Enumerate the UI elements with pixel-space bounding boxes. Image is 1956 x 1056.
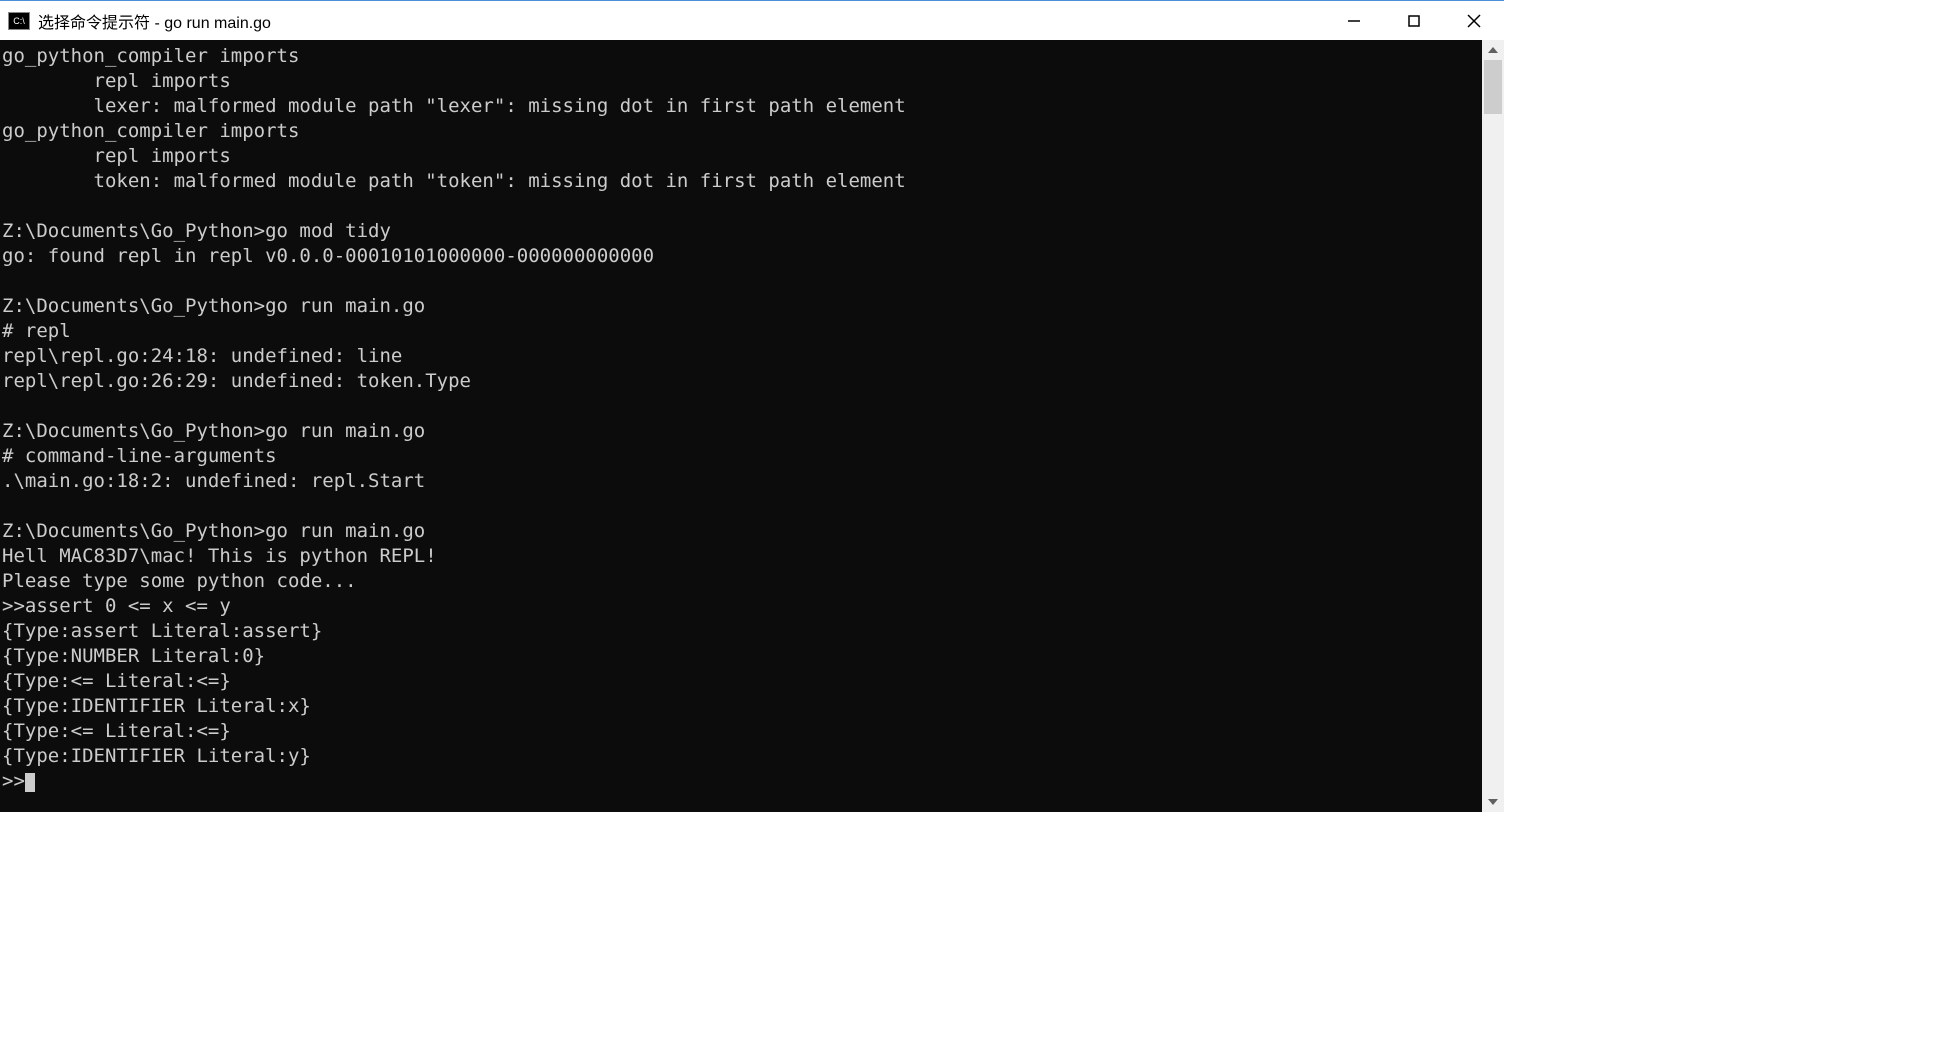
scroll-up-button[interactable] bbox=[1482, 40, 1504, 60]
terminal-area: go_python_compiler imports repl imports … bbox=[0, 40, 1504, 812]
chevron-down-icon bbox=[1488, 799, 1498, 805]
window-title: 选择命令提示符 - go run main.go bbox=[38, 9, 271, 33]
maximize-button[interactable] bbox=[1384, 1, 1444, 40]
close-button[interactable] bbox=[1444, 1, 1504, 40]
minimize-button[interactable] bbox=[1324, 1, 1384, 40]
scrollbar[interactable] bbox=[1482, 40, 1504, 812]
minimize-icon bbox=[1347, 14, 1361, 28]
close-icon bbox=[1466, 13, 1482, 29]
terminal-output[interactable]: go_python_compiler imports repl imports … bbox=[0, 40, 1482, 812]
scroll-thumb[interactable] bbox=[1484, 60, 1502, 114]
maximize-icon bbox=[1407, 14, 1421, 28]
chevron-up-icon bbox=[1488, 47, 1498, 53]
title-bar: C:\ 选择命令提示符 - go run main.go bbox=[0, 0, 1504, 40]
app-icon: C:\ bbox=[8, 12, 30, 30]
scroll-down-button[interactable] bbox=[1482, 792, 1504, 812]
cursor bbox=[25, 773, 35, 792]
window-controls bbox=[1324, 1, 1504, 40]
